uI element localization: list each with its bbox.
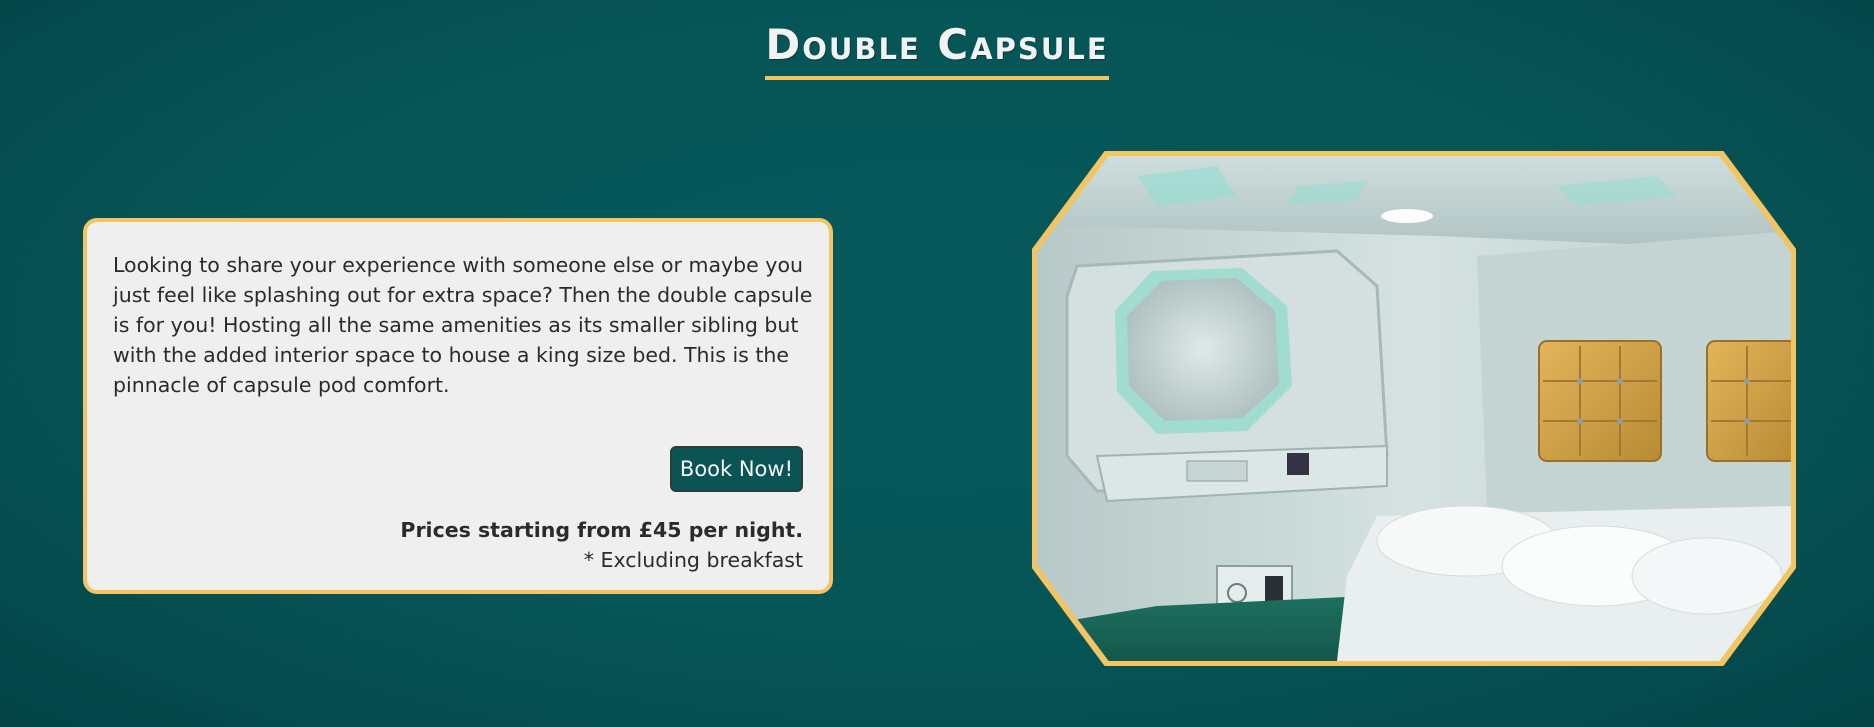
breakfast-note: * Excluding breakfast	[583, 548, 803, 572]
price-text: Prices starting from £45 per night.	[400, 518, 803, 542]
capsule-photo-frame	[1032, 151, 1796, 666]
book-now-button[interactable]: Book Now!	[669, 446, 803, 492]
capsule-photo	[1037, 156, 1791, 661]
page-header: Double Capsule	[0, 22, 1874, 80]
capsule-interior-illustration	[1037, 156, 1791, 661]
description-card: Looking to share your experience with so…	[83, 218, 833, 594]
page-title: Double Capsule	[765, 22, 1109, 80]
capsule-description: Looking to share your experience with so…	[113, 253, 813, 397]
